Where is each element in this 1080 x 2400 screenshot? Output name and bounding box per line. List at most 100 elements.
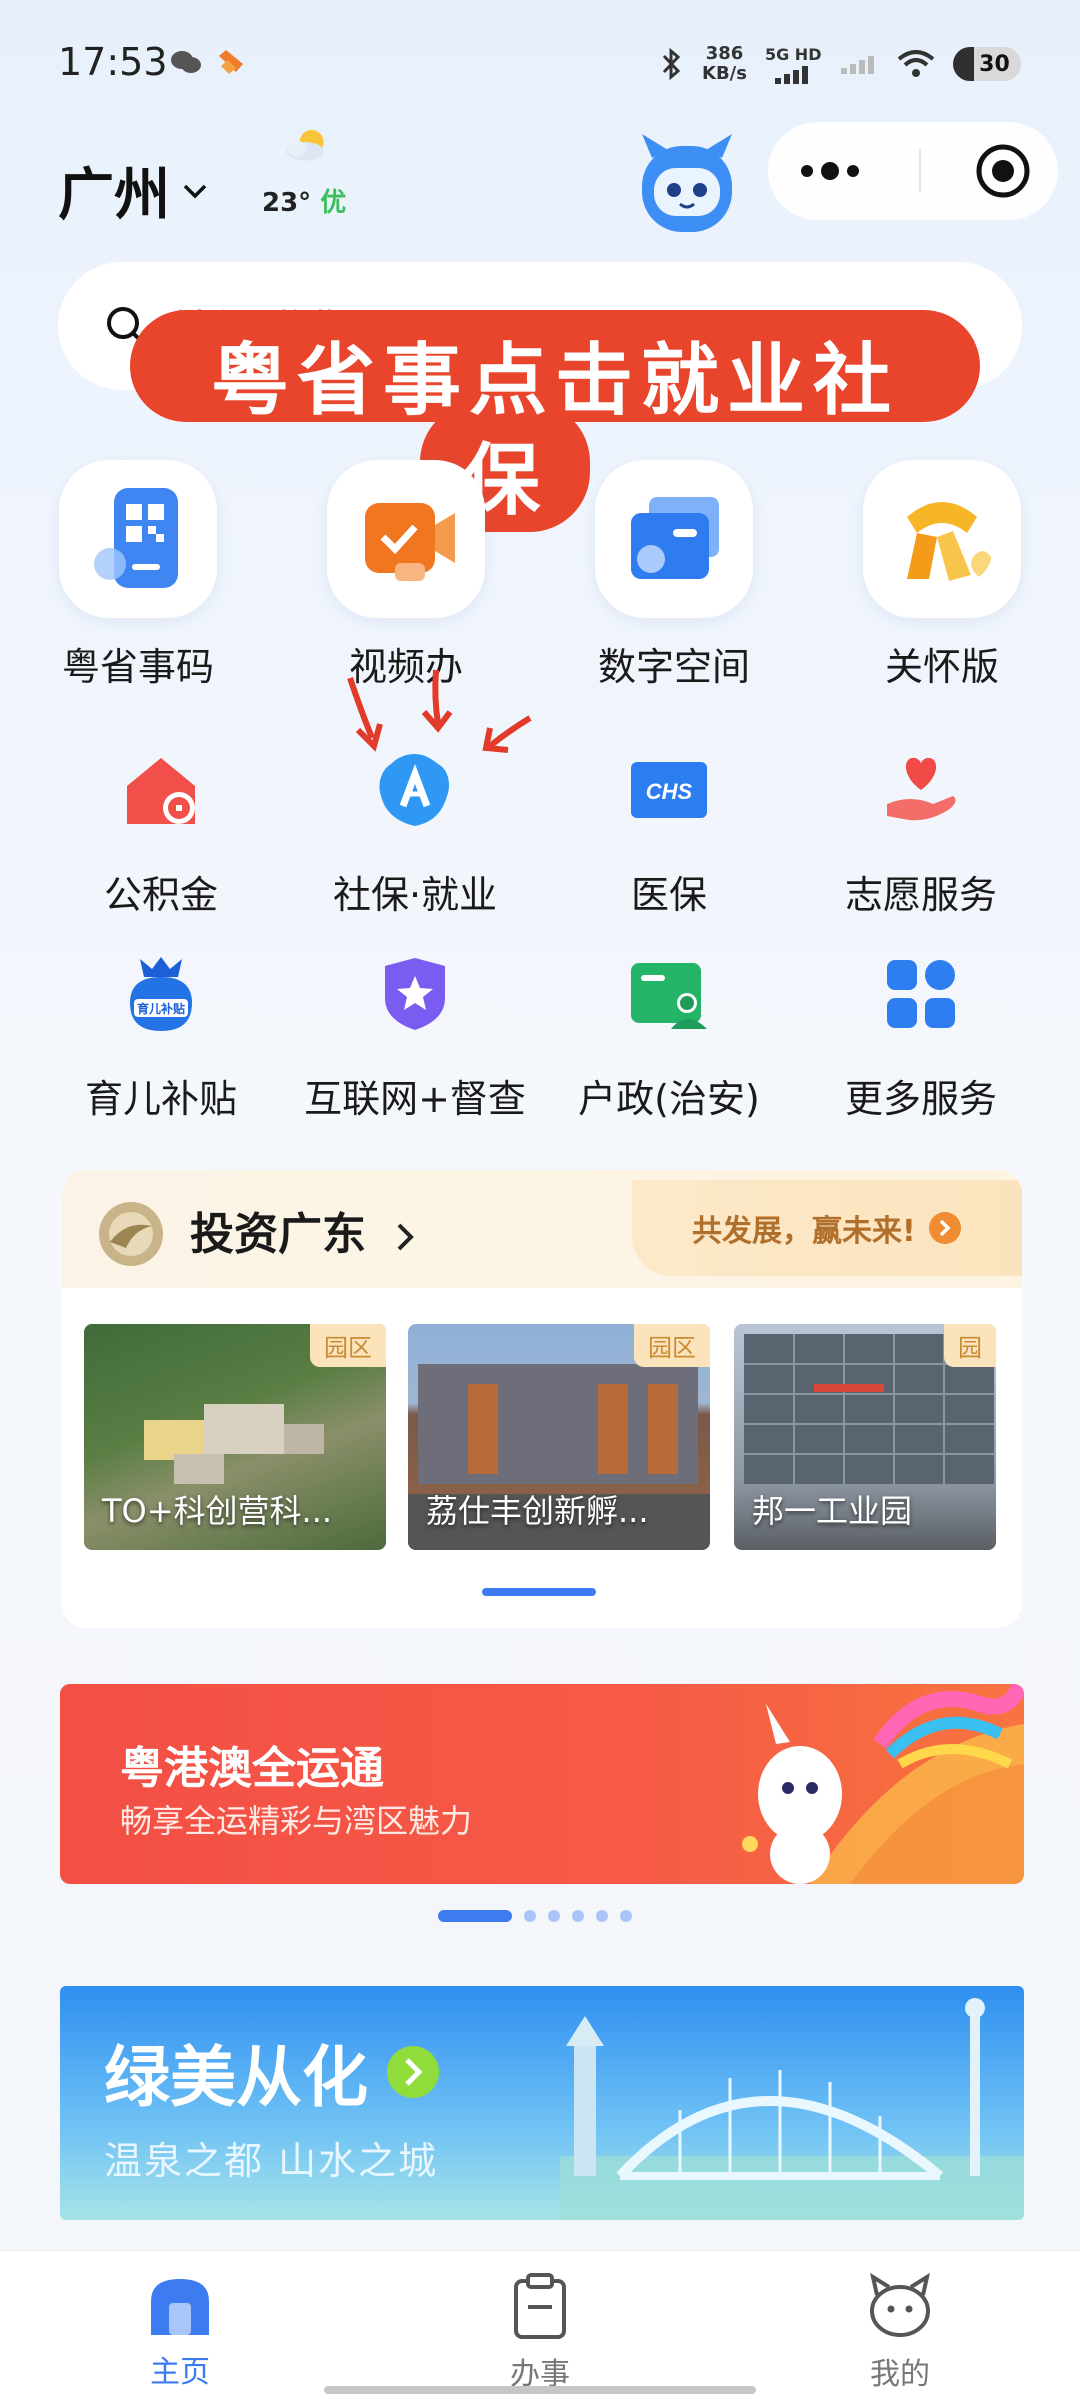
nav-home[interactable]: 主页 xyxy=(80,2273,280,2391)
conghua-title-link[interactable]: 绿美从化 xyxy=(104,2024,440,2120)
carousel-dot[interactable] xyxy=(596,1910,608,1922)
status-icons: 386 KB/s 5G HD 30 xyxy=(660,44,1022,84)
service-social-security[interactable]: 社保·就业 xyxy=(290,740,540,919)
conghua-banner[interactable]: 绿美从化 温泉之都 山水之城 xyxy=(60,1986,1024,2220)
invest-guangdong-card: 投资广东 共发展，赢未来! 园区 TO+科创营科... 园区 荔仕丰创新孵...… xyxy=(62,1170,1022,1628)
childcare-badge-text: 育儿补贴 xyxy=(137,1001,185,1016)
app-care-mode[interactable]: 关怀版 xyxy=(832,460,1052,691)
scarf-icon xyxy=(863,460,1021,618)
shield-star-icon xyxy=(290,944,540,1044)
app-label: 数字空间 xyxy=(597,645,750,689)
city-name: 广州 xyxy=(58,163,170,228)
capsule-divider xyxy=(919,149,921,193)
games-banner[interactable]: 粤港澳全运通 畅享全运精彩与湾区魅力 xyxy=(60,1684,1024,1884)
banner-carousel-dots xyxy=(438,1910,632,1922)
chevron-right-icon xyxy=(397,1223,415,1251)
park-tag: 园 xyxy=(944,1324,996,1367)
park-name: TO+科创营科... xyxy=(102,1492,333,1530)
conghua-title: 绿美从化 xyxy=(104,2039,368,2116)
clipboard-icon xyxy=(514,2273,566,2339)
service-label: 志愿服务 xyxy=(844,873,997,917)
video-call-icon xyxy=(327,460,485,618)
arrow-circle-icon xyxy=(387,2046,439,2098)
service-medical-insurance[interactable]: CHS 医保 xyxy=(544,740,794,919)
invest-logo-icon xyxy=(99,1202,163,1266)
wechat-icon xyxy=(171,51,201,73)
signal-weak-icon xyxy=(841,56,875,74)
invest-title-link[interactable]: 投资广东 xyxy=(190,1198,417,1262)
notification-icons xyxy=(170,48,246,76)
service-label: 育儿补贴 xyxy=(84,1077,237,1121)
battery-indicator: 30 xyxy=(953,47,1022,81)
park-card[interactable]: 园区 荔仕丰创新孵... xyxy=(408,1324,710,1550)
park-tag: 园区 xyxy=(310,1324,386,1367)
status-bar: 17:53 386 KB/s 5G HD 30 xyxy=(0,0,1080,130)
service-internet-supervision[interactable]: 互联网+督查 xyxy=(290,944,540,1123)
weather-info[interactable]: 23° 优 xyxy=(262,182,346,219)
profile-icon xyxy=(870,2272,930,2337)
carousel-dot[interactable] xyxy=(548,1910,560,1922)
games-banner-title: 粤港澳全运通 xyxy=(120,1743,384,1794)
service-volunteer[interactable]: 志愿服务 xyxy=(796,740,1046,919)
net-speed: 386 KB/s xyxy=(702,44,747,84)
games-mascot-illustration xyxy=(742,1684,1024,1884)
social-security-icon xyxy=(290,740,540,840)
park-card[interactable]: 园区 TO+科创营科... xyxy=(84,1324,386,1550)
app-label: 关怀版 xyxy=(884,645,999,689)
carousel-dot[interactable] xyxy=(572,1910,584,1922)
home-icon xyxy=(151,2279,209,2335)
svg-text:CHS: CHS xyxy=(646,779,693,804)
overlay-line1: 粤省事点击就业社 xyxy=(210,335,899,426)
service-label: 医保 xyxy=(630,873,707,917)
service-more[interactable]: 更多服务 xyxy=(796,944,1046,1123)
park-card[interactable]: 园 邦一工业园 xyxy=(734,1324,996,1550)
id-card-icon xyxy=(544,944,794,1044)
childcare-subsidy-icon: 育儿补贴 xyxy=(36,944,286,1044)
signal-icon xyxy=(775,65,809,84)
invest-slogan-button[interactable]: 共发展，赢未来! xyxy=(632,1180,1022,1276)
app-video-service[interactable]: 视频办 xyxy=(296,460,516,691)
nav-profile[interactable]: 我的 xyxy=(800,2272,1000,2393)
grid-icon xyxy=(796,944,1046,1044)
conghua-subtitle: 温泉之都 山水之城 xyxy=(104,2139,439,2183)
carousel-dot[interactable] xyxy=(620,1910,632,1922)
folder-icon xyxy=(595,460,753,618)
chevron-down-icon xyxy=(183,184,207,198)
service-label: 互联网+督查 xyxy=(304,1077,526,1121)
service-label: 公积金 xyxy=(103,873,218,917)
service-housing-fund[interactable]: 公积金 xyxy=(36,740,286,919)
bottom-navigation: 主页 办事 我的 xyxy=(0,2250,1080,2400)
service-label: 更多服务 xyxy=(844,1077,997,1121)
nav-label: 主页 xyxy=(150,2355,210,2390)
network-type: 5G HD xyxy=(764,44,822,64)
wifi-icon xyxy=(898,50,935,77)
more-options-icon[interactable] xyxy=(795,161,865,181)
service-childcare-subsidy[interactable]: 育儿补贴 育儿补贴 xyxy=(36,944,286,1123)
park-tag: 园区 xyxy=(634,1324,710,1367)
qr-code-icon xyxy=(59,460,217,618)
mini-program-capsule xyxy=(768,122,1058,220)
net-speed-unit: KB/s xyxy=(702,63,747,84)
park-name: 邦一工业园 xyxy=(752,1492,913,1530)
arrow-circle-icon xyxy=(928,1212,961,1244)
service-household-registration[interactable]: 户政(治安) xyxy=(544,944,794,1123)
assistant-mascot-icon[interactable] xyxy=(632,128,742,236)
app-notification-icon xyxy=(219,50,243,74)
app-label: 粤省事码 xyxy=(61,645,214,689)
carousel-dot-active[interactable] xyxy=(438,1910,512,1922)
chs-medical-icon: CHS xyxy=(544,740,794,840)
invest-carousel-indicator xyxy=(482,1588,596,1596)
bridge-illustration xyxy=(560,1998,1024,2220)
nav-services[interactable]: 办事 xyxy=(440,2273,640,2393)
app-digital-space[interactable]: 数字空间 xyxy=(564,460,784,691)
park-name: 荔仕丰创新孵... xyxy=(426,1492,649,1530)
temperature: 23° xyxy=(262,188,312,218)
invest-slogan: 共发展，赢未来! xyxy=(692,1214,916,1249)
city-selector[interactable]: 广州 xyxy=(58,150,208,231)
bluetooth-icon xyxy=(662,47,681,81)
app-yss-code[interactable]: 粤省事码 xyxy=(28,460,248,691)
close-mini-program-icon[interactable] xyxy=(975,143,1031,199)
weather-cloud-icon xyxy=(286,130,324,161)
invest-title: 投资广东 xyxy=(190,1209,366,1260)
carousel-dot[interactable] xyxy=(524,1910,536,1922)
